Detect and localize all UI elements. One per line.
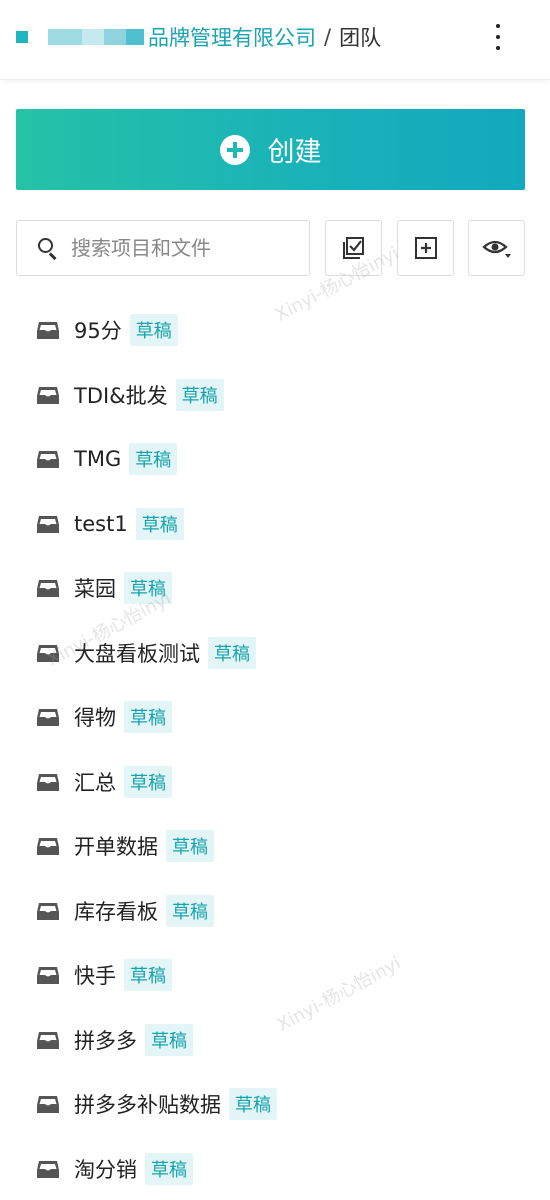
list-item-name: 大盘看板测试 (74, 641, 200, 666)
draft-badge: 草稿 (229, 1088, 277, 1121)
project-folder-icon (36, 319, 60, 341)
add-item-button[interactable] (397, 220, 454, 276)
list-item-name: 拼多多补贴数据 (74, 1093, 221, 1118)
checkbox-select-icon (342, 237, 364, 259)
list-item[interactable]: 得物 草稿 (0, 685, 550, 750)
draft-badge: 草稿 (129, 314, 178, 347)
search-icon (37, 237, 59, 260)
list-item[interactable]: 拼多多补贴数据 草稿 (0, 1072, 550, 1137)
list-item[interactable]: 汇总 草稿 (0, 750, 550, 815)
project-folder-icon (36, 513, 60, 535)
list-item[interactable]: 库存看板 草稿 (0, 879, 550, 944)
list-item[interactable]: 快手 草稿 (0, 943, 550, 1008)
list-item-name: 库存看板 (74, 899, 158, 924)
batch-select-button[interactable] (325, 220, 382, 276)
draft-badge: 草稿 (208, 636, 256, 669)
project-folder-icon (36, 1029, 60, 1051)
list-item[interactable]: test1 草稿 (0, 492, 550, 557)
project-folder-icon (36, 900, 60, 922)
list-item[interactable]: 95分 草稿 (0, 298, 550, 363)
list-item-name: 95分 (74, 319, 122, 344)
top-header: 品牌管理有限公司 / 团队 (0, 0, 550, 80)
list-item-name: TDI&批发 (74, 383, 168, 408)
breadcrumb-company[interactable]: 品牌管理有限公司 (148, 22, 316, 52)
draft-badge: 草稿 (166, 830, 214, 863)
search-input[interactable] (71, 236, 291, 260)
list-item[interactable]: TDI&批发 草稿 (0, 363, 550, 428)
project-folder-icon (36, 642, 60, 664)
plus-circle-icon (219, 134, 250, 165)
project-folder-icon (36, 964, 60, 986)
project-folder-icon (36, 448, 60, 470)
project-folder-icon (36, 384, 60, 406)
list-item[interactable]: 淘分销 草稿 (0, 1137, 550, 1200)
draft-badge: 草稿 (145, 1023, 193, 1056)
list-item[interactable]: 大盘看板测试 草稿 (0, 621, 550, 686)
list-item[interactable]: 拼多多 草稿 (0, 1008, 550, 1073)
draft-badge: 草稿 (175, 378, 224, 411)
project-list: 95分 草稿 TDI&批发 草稿 TMG 草稿 test1 草稿 菜园 草稿 大盘看板测试 草稿 得物草… (0, 298, 550, 1200)
list-item-name: 得物 (74, 706, 116, 731)
breadcrumb-current: 团队 (339, 26, 382, 50)
draft-badge: 草稿 (135, 507, 184, 540)
eye-dropdown-icon (481, 240, 511, 258)
project-folder-icon (36, 1158, 60, 1180)
draft-badge: 草稿 (124, 959, 172, 992)
team-logo-icon (16, 31, 28, 43)
list-item-name: TMG (74, 447, 122, 472)
list-item-name: test1 (74, 511, 128, 536)
breadcrumb: 品牌管理有限公司 / 团队 (16, 22, 381, 52)
list-item[interactable]: 开单数据 草稿 (0, 814, 550, 879)
draft-badge: 草稿 (145, 1152, 193, 1185)
list-item-name: 快手 (74, 964, 116, 989)
view-options-button[interactable] (468, 220, 525, 276)
create-button-label: 创建 (267, 137, 322, 168)
draft-badge: 草稿 (124, 765, 172, 798)
more-menu-icon[interactable] (488, 20, 508, 54)
list-item-name: 汇总 (74, 770, 116, 795)
list-item-name: 拼多多 (74, 1028, 137, 1053)
draft-badge: 草稿 (124, 701, 172, 734)
list-item[interactable]: TMG 草稿 (0, 427, 550, 492)
project-folder-icon (36, 1093, 60, 1115)
draft-badge: 草稿 (166, 894, 214, 927)
list-item-name: 开单数据 (74, 835, 158, 860)
draft-badge: 草稿 (124, 572, 172, 605)
draft-badge: 草稿 (129, 443, 178, 476)
list-item[interactable]: 菜园 草稿 (0, 556, 550, 621)
project-folder-icon (36, 706, 60, 728)
project-folder-icon (36, 771, 60, 793)
project-folder-icon (36, 577, 60, 599)
search-box[interactable] (16, 220, 310, 276)
list-item-name: 菜园 (74, 577, 116, 602)
project-folder-icon (36, 835, 60, 857)
plus-square-icon (414, 237, 437, 259)
breadcrumb-separator: / (324, 25, 332, 49)
create-button[interactable]: 创建 (16, 109, 525, 190)
redacted-company-prefix (48, 29, 144, 45)
list-item-name: 淘分销 (74, 1157, 137, 1182)
